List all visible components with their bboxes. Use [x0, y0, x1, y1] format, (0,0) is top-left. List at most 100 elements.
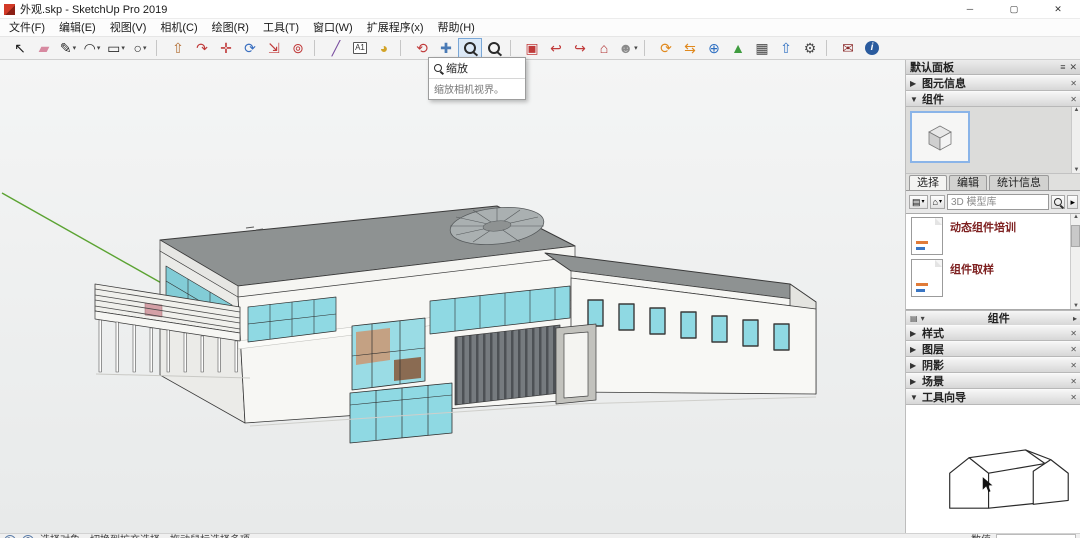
rotate-tool[interactable]: ⟳: [238, 38, 262, 58]
paint-bucket-tool[interactable]: ◕: [372, 38, 396, 58]
text-tool[interactable]: A1: [348, 38, 372, 58]
expand-arrow-icon[interactable]: ▼: [910, 393, 918, 402]
offset-tool[interactable]: ⊚: [286, 38, 310, 58]
menu-draw[interactable]: 绘图(R): [205, 20, 256, 36]
eraser-tool[interactable]: ▰: [32, 38, 56, 58]
building-model[interactable]: [94, 203, 817, 444]
share-model-button[interactable]: ▲: [726, 38, 750, 58]
feedback-button[interactable]: ✉: [836, 38, 860, 58]
dropdown-arrow-icon[interactable]: ▾: [634, 44, 638, 52]
minimize-button[interactable]: ─: [948, 0, 992, 18]
expand-arrow-icon[interactable]: ▶: [910, 329, 918, 338]
tray-close-icon[interactable]: ✕: [1069, 62, 1077, 73]
expand-arrow-icon[interactable]: ▶: [910, 377, 918, 386]
section-close-icon[interactable]: ✕: [1070, 345, 1077, 354]
footer-view-icon[interactable]: ▤: [910, 314, 918, 323]
arc-tool[interactable]: ◠ ▾: [80, 38, 104, 58]
dropdown-arrow-icon[interactable]: ▾: [121, 44, 125, 52]
tooltip-title: 缩放: [446, 63, 468, 75]
components-tab-select[interactable]: 选择: [909, 175, 947, 190]
extension-warehouse-button[interactable]: ▦: [750, 38, 774, 58]
menu-camera[interactable]: 相机(C): [153, 20, 204, 36]
zoom-tool[interactable]: [458, 38, 482, 58]
get-models-button[interactable]: ⌂: [592, 38, 616, 58]
paint-bucket-tool-icon: ◕: [379, 40, 389, 56]
add-location-button[interactable]: ⊕: [702, 38, 726, 58]
menu-file[interactable]: 文件(F): [2, 20, 52, 36]
scale-tool[interactable]: ⇲: [262, 38, 286, 58]
section-scenes[interactable]: ▶ 场景 ✕: [906, 373, 1080, 389]
scroll-down-icon[interactable]: ▼: [1073, 303, 1079, 309]
line-tool[interactable]: ✎ ▾: [56, 38, 80, 58]
scroll-up-icon[interactable]: ▲: [1074, 107, 1080, 113]
section-close-icon[interactable]: ✕: [1070, 377, 1077, 386]
footer-forward-icon[interactable]: ▸: [1073, 314, 1077, 323]
scrollbar-thumb[interactable]: [1071, 225, 1080, 247]
previous-view-tool[interactable]: ↩: [544, 38, 568, 58]
dropdown-arrow-icon[interactable]: ▾: [143, 44, 147, 52]
dropdown-arrow-icon[interactable]: ▾: [73, 44, 77, 52]
menu-extensions[interactable]: 扩展程序(x): [360, 20, 431, 36]
section-components[interactable]: ▼ 组件 ✕: [906, 91, 1080, 107]
viewport-canvas[interactable]: [0, 60, 905, 533]
select-tool[interactable]: ↖: [8, 38, 32, 58]
zoom-window-tool[interactable]: [482, 38, 506, 58]
section-close-icon[interactable]: ✕: [1070, 79, 1077, 88]
section-close-icon[interactable]: ✕: [1070, 361, 1077, 370]
chevron-down-icon[interactable]: ▾: [921, 314, 925, 323]
components-tab-edit[interactable]: 编辑: [949, 175, 987, 190]
expand-arrow-icon[interactable]: ▶: [910, 361, 918, 370]
expand-arrow-icon[interactable]: ▶: [910, 345, 918, 354]
pushpull-tool[interactable]: ⇧: [166, 38, 190, 58]
dropdown-arrow-icon[interactable]: ▾: [97, 44, 101, 52]
component-item[interactable]: 组件取样: [911, 259, 1069, 301]
search-button[interactable]: [1051, 195, 1066, 209]
section-close-icon[interactable]: ✕: [1070, 393, 1077, 402]
upload-model-button[interactable]: ⇧: [774, 38, 798, 58]
warehouse-search-input[interactable]: [946, 194, 1050, 210]
section-styles[interactable]: ▶ 样式 ✕: [906, 325, 1080, 341]
move-tool[interactable]: ✛: [214, 38, 238, 58]
orbit-tool[interactable]: ⟲: [410, 38, 434, 58]
components-tab-stats[interactable]: 统计信息: [989, 175, 1049, 190]
pane-toggle-button[interactable]: ▸: [1067, 195, 1078, 209]
expand-arrow-icon[interactable]: ▶: [910, 79, 918, 88]
help-button[interactable]: i: [860, 38, 884, 58]
next-view-tool[interactable]: ↪: [568, 38, 592, 58]
section-layers[interactable]: ▶ 图层 ✕: [906, 341, 1080, 357]
tray-menu-icon[interactable]: ≡: [1060, 62, 1065, 72]
close-button[interactable]: ✕: [1036, 0, 1080, 18]
component-selected-card[interactable]: [910, 111, 970, 163]
refresh-model-button[interactable]: ⟳: [654, 38, 678, 58]
preview-scrollbar[interactable]: ▲ ▼: [1071, 107, 1080, 173]
menu-help[interactable]: 帮助(H): [431, 20, 482, 36]
tray-header[interactable]: 默认面板 ≡ ✕: [906, 60, 1080, 75]
menu-tools[interactable]: 工具(T): [256, 20, 306, 36]
expand-arrow-icon[interactable]: ▼: [910, 95, 918, 104]
scroll-up-icon[interactable]: ▲: [1073, 214, 1079, 220]
in-model-button[interactable]: ⌂ ▾: [929, 195, 945, 209]
scroll-down-icon[interactable]: ▼: [1074, 167, 1080, 173]
section-close-icon[interactable]: ✕: [1070, 95, 1077, 104]
section-close-icon[interactable]: ✕: [1070, 329, 1077, 338]
toolbar: ↖ ▰ ✎ ▾ ◠ ▾ ▭ ▾ ○ ▾ ⇧ ↷ ✛ ⟳ ⇲ ⊚ ╱ A1 ◕ ⟲ ✚ ▣ ↩ ↪ ⌂ ☻ ▾ ⟳ ⇆ ⊕ ▲ ▦ ⇧ ⚙ ✉ i: [0, 37, 1080, 60]
section-entity-info[interactable]: ▶ 图元信息 ✕: [906, 75, 1080, 91]
tape-measure-tool[interactable]: ╱: [324, 38, 348, 58]
menu-edit[interactable]: 编辑(E): [52, 20, 103, 36]
circle-tool[interactable]: ○ ▾: [128, 38, 152, 58]
section-instructor[interactable]: ▼ 工具向导 ✕: [906, 389, 1080, 405]
user-account-button[interactable]: ☻ ▾: [616, 38, 640, 58]
collections-button[interactable]: ▤ ▾: [909, 195, 928, 209]
rectangle-tool[interactable]: ▭ ▾: [104, 38, 128, 58]
pan-tool[interactable]: ✚: [434, 38, 458, 58]
component-item[interactable]: 动态组件培训: [911, 217, 1069, 259]
section-shadows[interactable]: ▶ 阴影 ✕: [906, 357, 1080, 373]
measurements-input[interactable]: [996, 534, 1076, 538]
zoom-extents-tool[interactable]: ▣: [520, 38, 544, 58]
swap-style-button[interactable]: ⇆: [678, 38, 702, 58]
menu-window[interactable]: 窗口(W): [306, 20, 360, 36]
maximize-button[interactable]: ▢: [992, 0, 1036, 18]
settings-button[interactable]: ⚙: [798, 38, 822, 58]
followme-tool[interactable]: ↷: [190, 38, 214, 58]
menu-view[interactable]: 视图(V): [103, 20, 154, 36]
